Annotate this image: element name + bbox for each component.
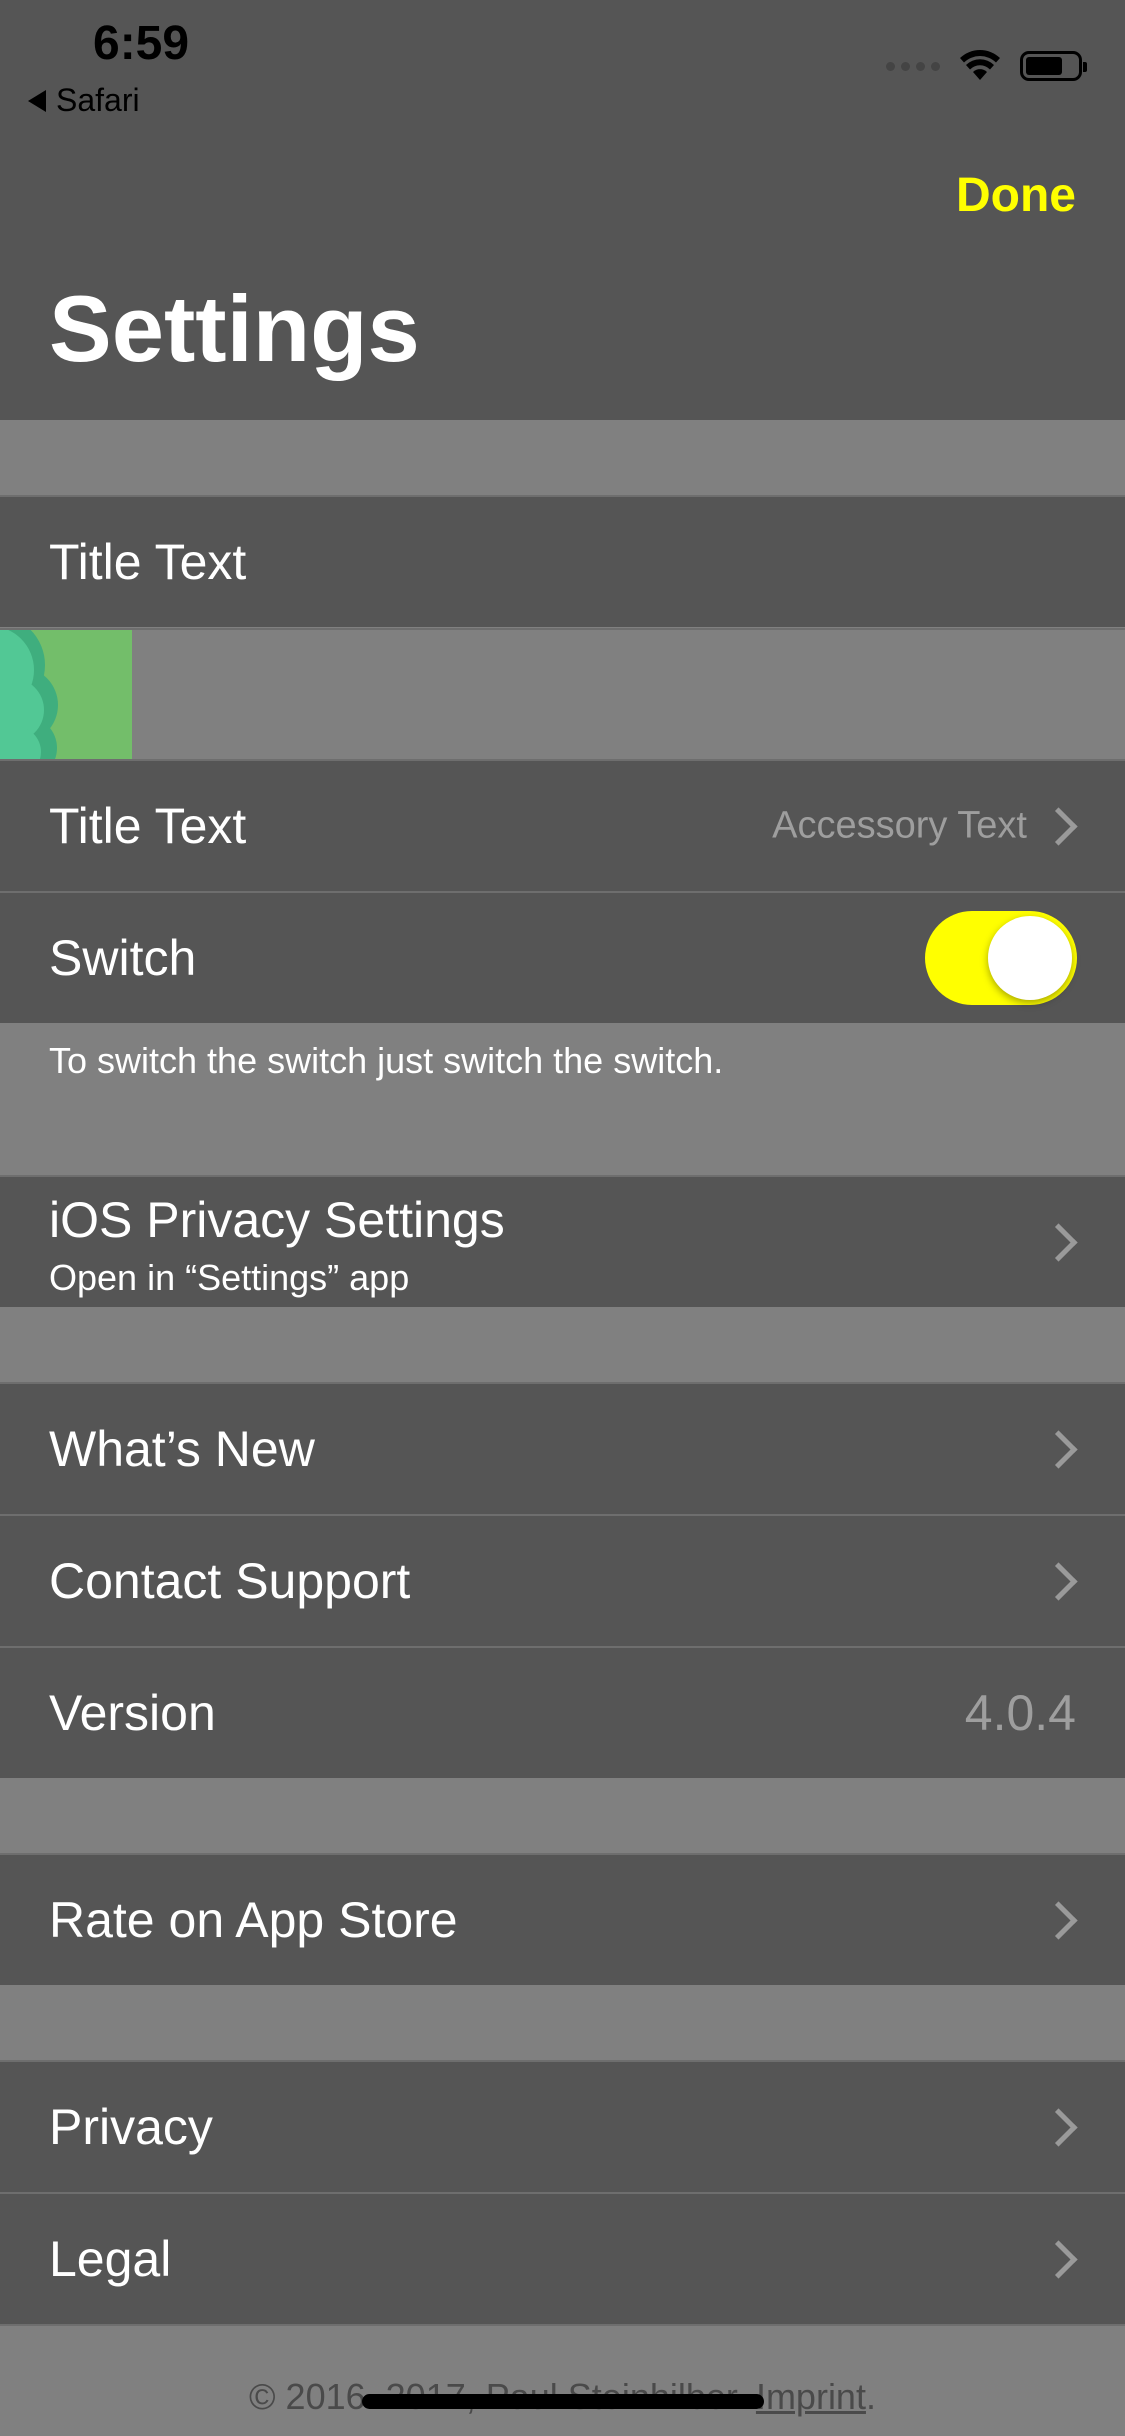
wifi-icon bbox=[960, 50, 1000, 80]
back-arrow-icon bbox=[28, 89, 46, 112]
status-indicators bbox=[886, 50, 1087, 82]
chevron-right-icon bbox=[1039, 2108, 1078, 2147]
legal-label: Legal bbox=[49, 2231, 172, 2287]
done-button[interactable]: Done bbox=[956, 168, 1076, 223]
ios-privacy-settings-row[interactable]: iOS Privacy Settings Open in “Settings” … bbox=[0, 1175, 1125, 1307]
ios-privacy-subtitle: Open in “Settings” app bbox=[49, 1257, 410, 1298]
title-text-label: Title Text bbox=[49, 798, 247, 854]
switch-toggle[interactable] bbox=[925, 911, 1077, 1005]
version-row: Version 4.0.4 bbox=[0, 1646, 1125, 1778]
back-app-label: Safari bbox=[56, 82, 140, 118]
title-text-row[interactable]: Title Text bbox=[0, 495, 1125, 627]
cloud-thumbnail-icon bbox=[0, 630, 132, 760]
rate-label: Rate on App Store bbox=[49, 1892, 458, 1948]
privacy-label: Privacy bbox=[49, 2099, 213, 2155]
chevron-right-icon bbox=[1039, 1223, 1078, 1262]
title-text-label: Title Text bbox=[49, 534, 247, 590]
rate-on-app-store-row[interactable]: Rate on App Store bbox=[0, 1853, 1125, 1985]
legal-row[interactable]: Legal bbox=[0, 2192, 1125, 2326]
back-to-app-link[interactable]: Safari bbox=[28, 82, 140, 119]
navigation-bar: 6:59 Safari Done Settings bbox=[0, 0, 1125, 420]
chevron-right-icon bbox=[1039, 1901, 1078, 1940]
switch-footer-note: To switch the switch just switch the swi… bbox=[49, 1040, 724, 1081]
signal-dots-icon bbox=[886, 61, 940, 71]
home-indicator[interactable] bbox=[362, 2394, 764, 2409]
version-value: 4.0.4 bbox=[964, 1685, 1076, 1741]
imprint-link[interactable]: Imprint bbox=[756, 2376, 866, 2417]
contact-support-row[interactable]: Contact Support bbox=[0, 1514, 1125, 1646]
whats-new-label: What’s New bbox=[49, 1421, 315, 1477]
switch-knob bbox=[988, 916, 1072, 1000]
contact-support-label: Contact Support bbox=[49, 1553, 411, 1609]
status-time: 6:59 bbox=[93, 17, 190, 70]
title-text-accessory-row[interactable]: Title Text Accessory Text bbox=[0, 759, 1125, 891]
ios-privacy-title: iOS Privacy Settings bbox=[49, 1192, 505, 1248]
image-row bbox=[0, 628, 1125, 760]
page-title: Settings bbox=[49, 276, 420, 381]
switch-label: Switch bbox=[49, 930, 197, 986]
version-label: Version bbox=[49, 1685, 216, 1741]
chevron-right-icon bbox=[1039, 807, 1078, 846]
chevron-right-icon bbox=[1039, 1430, 1078, 1469]
privacy-row[interactable]: Privacy bbox=[0, 2060, 1125, 2192]
chevron-right-icon bbox=[1039, 2240, 1078, 2279]
accessory-text: Accessory Text bbox=[772, 804, 1027, 847]
chevron-right-icon bbox=[1039, 1562, 1078, 1601]
copyright-period: . bbox=[865, 2376, 876, 2417]
battery-icon bbox=[1020, 51, 1087, 81]
whats-new-row[interactable]: What’s New bbox=[0, 1382, 1125, 1514]
switch-row: Switch bbox=[0, 891, 1125, 1023]
